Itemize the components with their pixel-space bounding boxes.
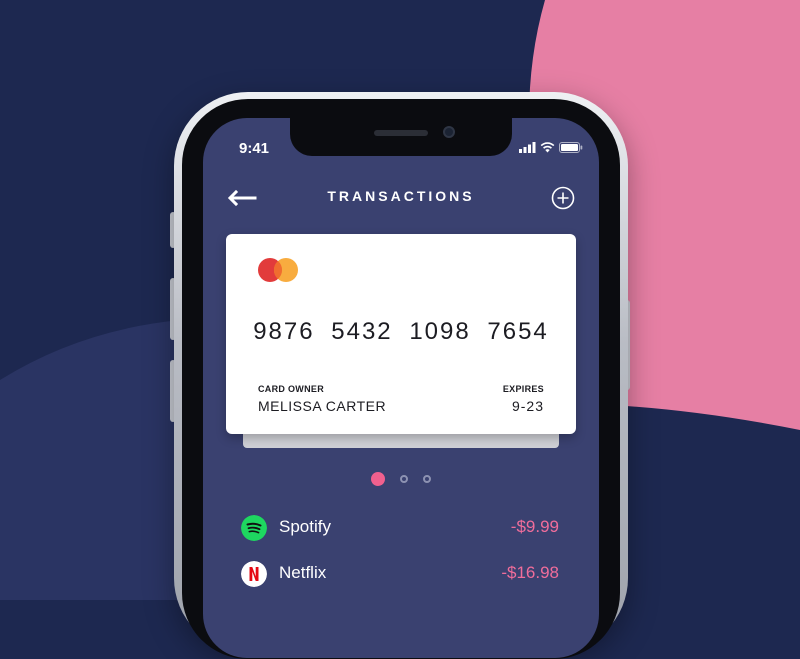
pager-dot-active[interactable] [371,472,385,486]
signal-icon [519,142,536,153]
pager-dot[interactable] [423,475,431,483]
card-expires-value: 9-23 [511,398,544,414]
spotify-icon [241,515,267,541]
page-title: TRANSACTIONS [327,188,475,204]
mastercard-logo-icon [258,258,298,282]
netflix-icon [241,561,267,587]
phone-screen: 9:41 TRANSACTIONS 9876 5432 1098 7654 CA… [203,118,599,658]
credit-card[interactable]: 9876 5432 1098 7654 CARD OWNER MELISSA C… [226,234,576,434]
notch [290,118,512,156]
status-time: 9:41 [239,140,270,157]
transaction-name: Spotify [279,517,331,536]
transaction-row-spotify[interactable]: Spotify -$9.99 [241,513,559,543]
status-icons [519,142,583,153]
speaker [374,130,428,136]
card-owner-label: CARD OWNER [258,384,324,394]
battery-icon [559,142,583,153]
add-card-button[interactable] [551,186,575,210]
transaction-amount: -$16.98 [501,563,559,582]
wifi-icon [540,142,555,153]
pager-dot[interactable] [400,475,408,483]
card-expires-label: EXPIRES [502,384,544,394]
card-pager [203,472,599,486]
card-number: 9876 5432 1098 7654 [253,318,549,345]
transaction-amount: -$9.99 [510,517,559,536]
transaction-name: Netflix [279,563,327,582]
transaction-row-netflix[interactable]: Netflix -$16.98 [241,559,559,589]
card-owner-name: MELISSA CARTER [258,398,387,414]
front-camera [443,126,455,138]
